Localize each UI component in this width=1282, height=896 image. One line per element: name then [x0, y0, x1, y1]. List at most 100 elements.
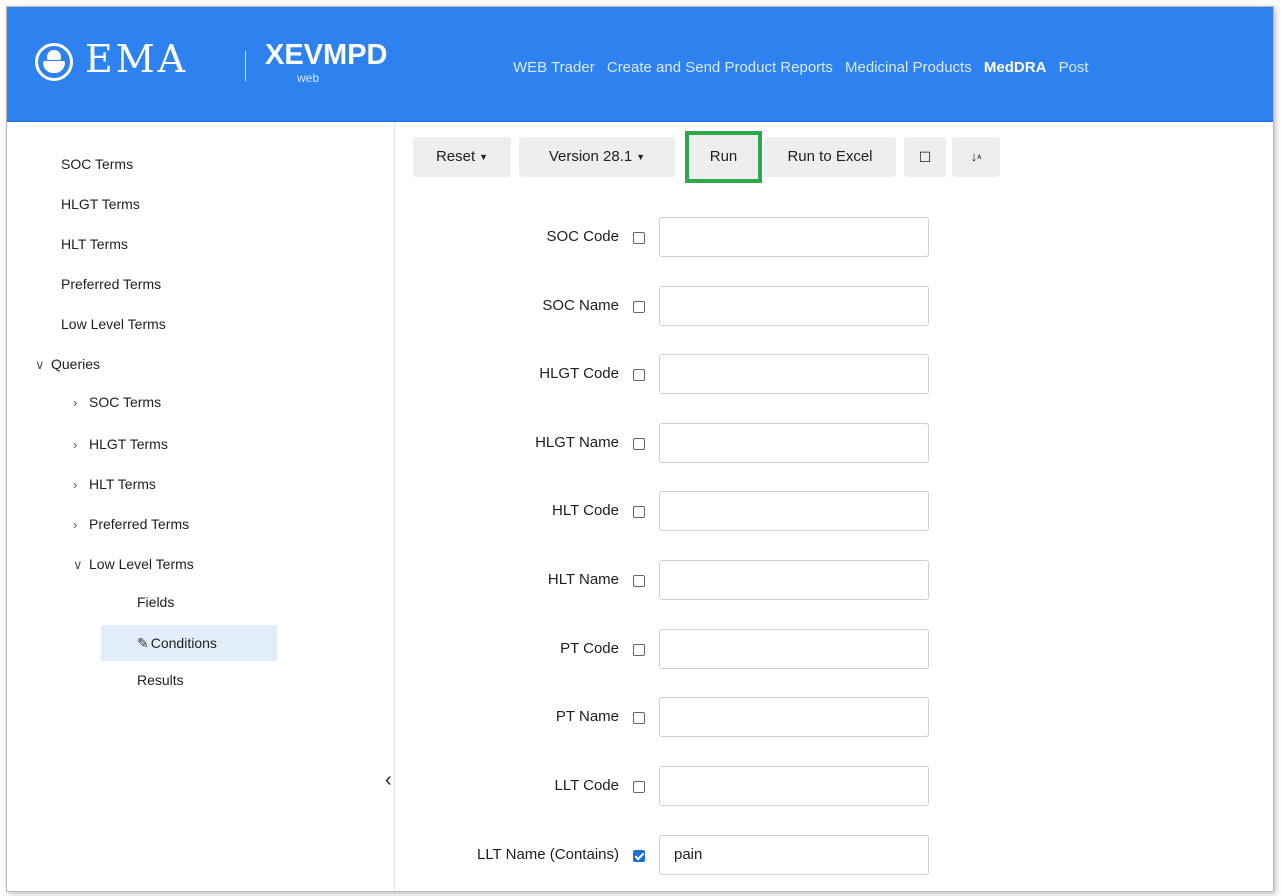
- soc-name-checkbox[interactable]: [633, 301, 645, 313]
- hlt-code-checkbox[interactable]: [633, 506, 645, 518]
- sidebar-item-queries-hlt-terms[interactable]: › HLT Terms: [73, 473, 156, 495]
- run-to-excel-button[interactable]: Run to Excel: [764, 137, 896, 177]
- llt-code-checkbox[interactable]: [633, 781, 645, 793]
- field-label: HLGT Name: [535, 434, 619, 451]
- nav-meddra[interactable]: MedDRA: [984, 59, 1047, 76]
- pt-name-checkbox[interactable]: [633, 712, 645, 724]
- sort-icon[interactable]: ↓ᴬ: [952, 137, 1000, 177]
- caret-down-icon: ▼: [479, 152, 489, 163]
- sidebar-item-label: Low Level Terms: [89, 556, 194, 572]
- ema-logo-icon: [35, 43, 73, 81]
- product-name: XEVMPD: [265, 39, 388, 71]
- chevron-right-icon: ›: [73, 477, 78, 492]
- field-label: SOC Code: [546, 228, 619, 245]
- sidebar-item-label: SOC Terms: [61, 156, 134, 172]
- sidebar-item-conditions[interactable]: ✎ Conditions: [101, 625, 277, 661]
- sidebar-item-label: Low Level Terms: [61, 316, 166, 332]
- sidebar-item-label: SOC Terms: [89, 394, 162, 410]
- sidebar-item-hlt-terms[interactable]: HLT Terms: [61, 233, 128, 255]
- pt-code-input[interactable]: [659, 629, 929, 669]
- form-row-pt-code: PT Code: [413, 627, 953, 671]
- form-row-hlt-name: HLT Name: [413, 558, 953, 602]
- form-row-hlgt-code: HLGT Code: [413, 352, 953, 396]
- pencil-icon: ✎: [137, 635, 149, 651]
- form-row-llt-code: LLT Code: [413, 764, 953, 808]
- sidebar-item-label: Fields: [137, 594, 175, 610]
- field-label: LLT Name (Contains): [476, 846, 619, 863]
- hlt-name-input[interactable]: [659, 560, 929, 600]
- soc-name-input[interactable]: [659, 286, 929, 326]
- sidebar-item-queries-low-level-terms[interactable]: ∨ Low Level Terms: [73, 553, 194, 575]
- top-header: EMA XEVMPD web WEB Trader Create and Sen…: [7, 7, 1273, 122]
- chevron-right-icon: ›: [73, 437, 78, 452]
- field-label: SOC Name: [542, 297, 619, 314]
- main-nav: WEB Trader Create and Send Product Repor…: [513, 59, 1097, 76]
- sidebar-item-label: HLT Terms: [89, 476, 156, 492]
- hlgt-name-input[interactable]: [659, 423, 929, 463]
- llt-code-input[interactable]: [659, 766, 929, 806]
- chevron-right-icon: ›: [73, 517, 78, 532]
- sidebar-item-results[interactable]: Results: [137, 669, 184, 691]
- field-label: PT Name: [555, 708, 619, 725]
- sidebar-item-label: Conditions: [150, 635, 217, 651]
- form-row-hlt-code: HLT Code: [413, 489, 953, 533]
- hlt-code-input[interactable]: [659, 491, 929, 531]
- field-label: LLT Code: [554, 777, 620, 794]
- hlgt-code-input[interactable]: [659, 354, 929, 394]
- sidebar-item-label: HLGT Terms: [61, 196, 140, 212]
- run-button[interactable]: Run: [689, 137, 758, 177]
- nav-create-send-reports[interactable]: Create and Send Product Reports: [607, 59, 833, 76]
- hlgt-code-checkbox[interactable]: [633, 369, 645, 381]
- logo-divider: [245, 51, 246, 81]
- square-icon[interactable]: ☐: [904, 137, 946, 177]
- hlgt-name-checkbox[interactable]: [633, 438, 645, 450]
- logo-text: EMA: [85, 37, 189, 81]
- llt-name-input[interactable]: pain: [659, 835, 929, 875]
- reset-button-label: Reset: [435, 148, 476, 165]
- sidebar-item-label: Preferred Terms: [61, 276, 162, 292]
- sidebar-item-queries-preferred-terms[interactable]: › Preferred Terms: [73, 513, 189, 535]
- sidebar-item-low-level-terms[interactable]: Low Level Terms: [61, 313, 166, 335]
- nav-medicinal-products[interactable]: Medicinal Products: [845, 59, 972, 76]
- field-label: PT Code: [560, 640, 619, 657]
- soc-code-checkbox[interactable]: [633, 232, 645, 244]
- hlt-name-checkbox[interactable]: [633, 575, 645, 587]
- version-label: Version 28.1: [548, 148, 633, 165]
- chevron-right-icon: ›: [73, 395, 78, 410]
- sidebar: SOC Terms HLGT Terms HLT Terms Preferred…: [7, 123, 395, 891]
- form-row-llt-name: LLT Name (Contains) pain: [413, 833, 953, 877]
- form-row-hlgt-name: HLGT Name: [413, 421, 953, 465]
- llt-name-checkbox[interactable]: [633, 850, 645, 862]
- app-window: EMA XEVMPD web WEB Trader Create and Sen…: [6, 6, 1274, 892]
- sidebar-item-queries-soc-terms[interactable]: › SOC Terms: [73, 391, 161, 413]
- product-subtitle: web: [297, 71, 320, 85]
- field-label: HLT Name: [547, 571, 619, 588]
- caret-down-icon: ▼: [636, 152, 646, 163]
- sidebar-item-label: HLT Terms: [61, 236, 128, 252]
- collapse-sidebar-icon[interactable]: ‹: [385, 769, 392, 792]
- field-label: HLT Code: [552, 502, 619, 519]
- sidebar-item-fields[interactable]: Fields: [137, 591, 174, 613]
- field-label: HLGT Code: [539, 365, 619, 382]
- sidebar-item-queries[interactable]: ∨ Queries: [35, 353, 100, 375]
- soc-code-input[interactable]: [659, 217, 929, 257]
- nav-web-trader[interactable]: WEB Trader: [513, 59, 595, 76]
- sidebar-item-hlgt-terms[interactable]: HLGT Terms: [61, 193, 140, 215]
- sidebar-item-label: Queries: [51, 356, 101, 372]
- sidebar-item-preferred-terms[interactable]: Preferred Terms: [61, 273, 161, 295]
- chevron-down-icon: ∨: [73, 557, 83, 572]
- form-row-soc-code: SOC Code: [413, 215, 953, 259]
- sidebar-item-label: Preferred Terms: [89, 516, 190, 532]
- pt-name-input[interactable]: [659, 697, 929, 737]
- sidebar-item-soc-terms[interactable]: SOC Terms: [61, 153, 133, 175]
- form-row-pt-name: PT Name: [413, 695, 953, 739]
- sidebar-item-label: HLGT Terms: [89, 436, 168, 452]
- nav-post[interactable]: Post: [1059, 59, 1089, 76]
- form-row-soc-name: SOC Name: [413, 284, 953, 328]
- reset-button[interactable]: Reset ▼: [413, 137, 511, 177]
- sidebar-item-label: Results: [137, 672, 184, 688]
- chevron-down-icon: ∨: [35, 357, 45, 372]
- version-dropdown[interactable]: Version 28.1 ▼: [519, 137, 675, 177]
- sidebar-item-queries-hlgt-terms[interactable]: › HLGT Terms: [73, 433, 168, 455]
- pt-code-checkbox[interactable]: [633, 644, 645, 656]
